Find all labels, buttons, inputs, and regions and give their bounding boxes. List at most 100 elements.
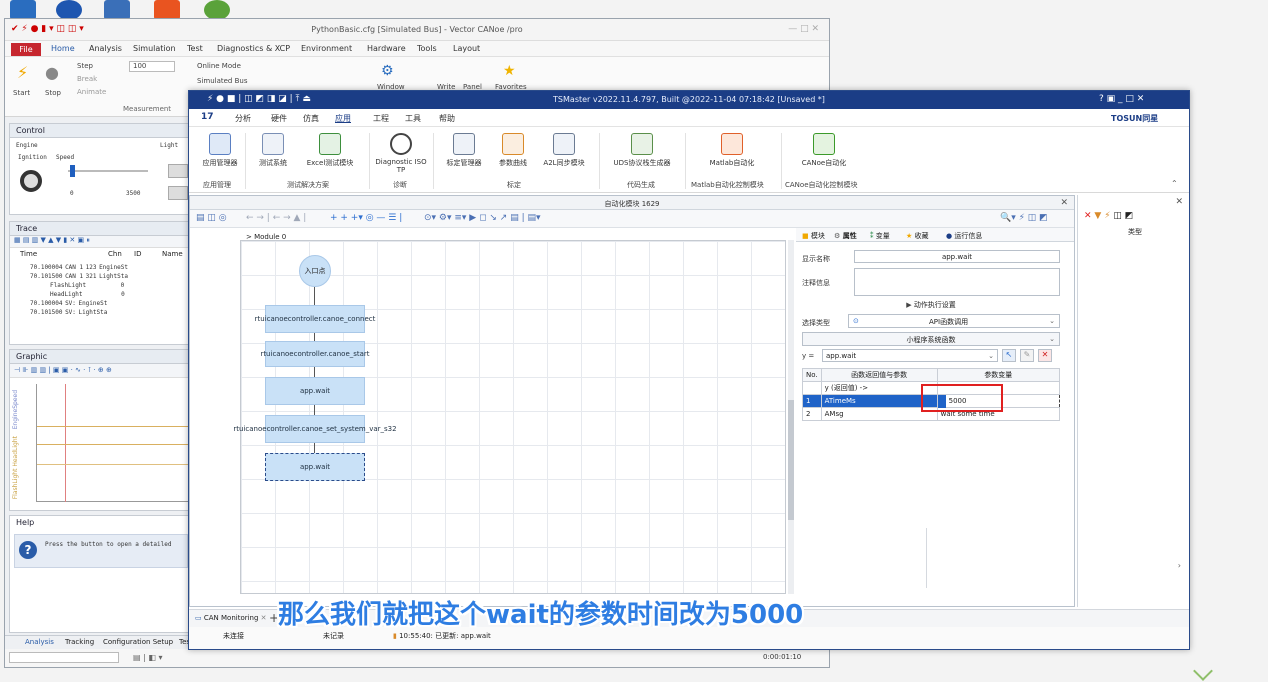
ts-window-controls-icon[interactable]: ? ▣ _ □ ✕ [1099,94,1144,104]
canoe-menu-environment[interactable]: Environment [301,44,352,53]
flow-node-canoe-start[interactable]: rtuicanoecontroller.canoe_start [260,341,370,367]
help-desktop-icon[interactable] [56,0,82,20]
tab-run-info[interactable]: ● 运行信息 [946,231,982,241]
canoe-menu-layout[interactable]: Layout [453,44,480,53]
start-icon[interactable]: ⚡ [17,63,28,82]
globe-desktop-icon[interactable] [204,0,230,20]
clear-function-icon[interactable]: ✕ [1038,349,1052,362]
toolbar-icon[interactable]: ▤ ◫ ◎ [196,213,227,223]
power-desktop-icon[interactable] [154,0,180,20]
trace-toolbar[interactable]: ▦ ▤ ▥ ▼ ▲ ▼ ▮ ✕ ▣ ⏸ [10,236,190,248]
online-mode-button[interactable]: Online Mode [197,62,241,70]
trace-row[interactable]: 70.101500 CAN 1 321 LightSta [30,271,128,280]
step-button[interactable]: Step [77,62,93,70]
toolbar-nav-icon[interactable]: ← → | ← → ▲ | [246,213,306,223]
ts-menu-tools[interactable]: 工具 [405,113,421,124]
trace-row[interactable]: 70.100004 SV: EngineSt [30,298,107,307]
select-type-dropdown[interactable]: ⊙ API函数调用 ⌄ [848,314,1060,328]
canoe-menu-home[interactable]: Home [51,44,75,53]
ignition-switch[interactable] [20,170,42,192]
ts-menu-application[interactable]: 应用 [335,113,351,124]
graphic-plot-area[interactable] [36,384,189,502]
exec-settings-header[interactable]: ▶ 动作执行设置 [802,300,1060,310]
desktop-app-icon[interactable] [10,0,36,20]
ts-menu-analysis[interactable]: 分析 [235,113,251,124]
trace-row[interactable]: FlashLight 0 [50,280,124,289]
trace-row[interactable]: HeadLight 0 [50,289,125,298]
right-pane-toolbar-icon[interactable]: ✕ ▼ ⚡ ◫ ◩ [1084,211,1133,221]
stop-button[interactable]: Stop [45,89,61,97]
ts-excel-test-button[interactable]: Excel测试模块 [301,133,359,168]
simulated-bus-button[interactable]: Simulated Bus [197,77,247,85]
function-select[interactable]: app.wait ⌄ [822,349,998,362]
canoe-window-controls-icon[interactable]: — □ ✕ [788,24,819,36]
ts-canoe-auto-button[interactable]: CANoe自动化 [789,133,859,168]
status-icons[interactable]: ▤ | ◧ ▾ [133,653,162,662]
ts-menu-help[interactable]: 帮助 [439,113,455,124]
download-desktop-icon[interactable] [104,0,130,20]
tab-tracking[interactable]: Tracking [65,638,94,646]
break-button[interactable]: Break [77,75,97,83]
light-button[interactable] [168,164,188,178]
flow-node-canoe-connect[interactable]: rtuicanoecontroller.canoe_connect [255,305,375,333]
canoe-menu-hardware[interactable]: Hardware [367,44,406,53]
flow-entry-node[interactable]: 入口点 [299,255,331,287]
right-pane-close-icon[interactable]: ✕ [1175,197,1183,207]
toolbar-add-icon[interactable]: + + +▾ ◎ — ☰ | [330,213,402,223]
tab-favorites[interactable]: ★ 收藏 [906,231,929,241]
tab-variables[interactable]: ⁑ 变量 [870,231,890,241]
chevron-right-icon[interactable]: › [1178,561,1181,570]
can-monitoring-tab[interactable]: ▭ CAN Monitoring ✕ [195,614,267,622]
favorites-star-icon[interactable]: ★ [503,63,516,79]
canoe-menu-diagnostics[interactable]: Diagnostics & XCP [217,44,290,53]
animate-button[interactable]: Animate [77,88,106,96]
ts-diagnostic-isotp-button[interactable]: Diagnostic ISO TP [375,133,427,174]
ts-menu-simulation[interactable]: 仿真 [303,113,319,124]
stop-icon[interactable]: ● [45,63,59,82]
trace-row[interactable]: 70.101500 SV: LightSta [30,307,107,316]
canoe-menu-test[interactable]: Test [187,44,203,53]
ts-logo-icon[interactable]: 17 [201,112,214,122]
flow-node-app-wait-1[interactable]: app.wait [265,377,365,405]
help-icon[interactable]: ? [19,541,37,559]
flow-node-set-system-var[interactable]: rtuicanoecontroller.canoe_set_system_var… [233,415,397,443]
pick-function-icon[interactable]: ↖ [1002,349,1016,362]
window-icon[interactable]: ⚙ [381,63,394,79]
ts-calibration-manager-button[interactable]: 标定管理器 [441,133,487,168]
graphic-toolbar[interactable]: ⊣ ⊪ ▥ ▥ | ▣ ▣ · ∿ · ⊺ · ⊕ ⊕ [10,364,190,378]
canoe-menu-simulation[interactable]: Simulation [133,44,176,53]
tab-module[interactable]: ■ 模块 [802,231,825,241]
trace-row[interactable]: 70.100004 CAN 1 123 EngineSt [30,262,128,271]
ts-matlab-auto-button[interactable]: Matlab自动化 [697,133,767,168]
params-header-row: No. 函数返回值与参数 参数变量 [802,368,1061,382]
canoe-menu-file[interactable]: File [11,43,41,56]
step-value-input[interactable]: 100 [129,61,175,72]
edit-function-icon[interactable]: ✎ [1020,349,1034,362]
ts-a2l-sync-button[interactable]: A2L同步模块 [537,133,591,168]
flow-canvas[interactable]: 入口点 rtuicanoecontroller.canoe_connect rt… [233,240,786,594]
canvas-scrollbar[interactable] [788,240,794,594]
ts-menu-project[interactable]: 工程 [373,113,389,124]
start-button[interactable]: Start [13,89,30,97]
tab-properties[interactable]: ⚙ 属性 [834,231,857,241]
ts-param-curve-button[interactable]: 参数曲线 [493,133,533,168]
mini-lib-dropdown[interactable]: 小程序系统函数 ⌄ [802,332,1060,346]
tab-configuration-setup[interactable]: Configuration Setup [103,638,173,646]
toolbar-right-icon[interactable]: 🔍▾ ⚡ ◫ ◩ [1000,213,1048,223]
speed-slider-thumb[interactable] [70,165,75,177]
flow-node-app-wait-2-selected[interactable]: app.wait [265,453,365,481]
ts-menu-hardware[interactable]: 硬件 [271,113,287,124]
hazard-button[interactable] [168,186,188,200]
ts-test-system-button[interactable]: 测试系统 [253,133,293,168]
canoe-status-field[interactable] [9,652,119,663]
tab-analysis[interactable]: Analysis [25,638,54,646]
ribbon-collapse-icon[interactable]: ⌃ [1171,179,1178,188]
automation-close-icon[interactable]: ✕ [1060,198,1068,208]
comment-input[interactable] [854,268,1060,296]
toolbar-run-icon[interactable]: ⊙▾ ⚙▾ ≡▾ ▶ ◻ ↘ ↗ ▤ | ▤▾ [424,213,540,223]
ts-app-manager-button[interactable]: 应用管理器 [197,133,243,168]
ts-uds-stack-button[interactable]: UDS协议栈生成器 [607,133,677,168]
canoe-menu-analysis[interactable]: Analysis [89,44,122,53]
canoe-menu-tools[interactable]: Tools [417,44,437,53]
display-name-input[interactable]: app.wait [854,250,1060,263]
